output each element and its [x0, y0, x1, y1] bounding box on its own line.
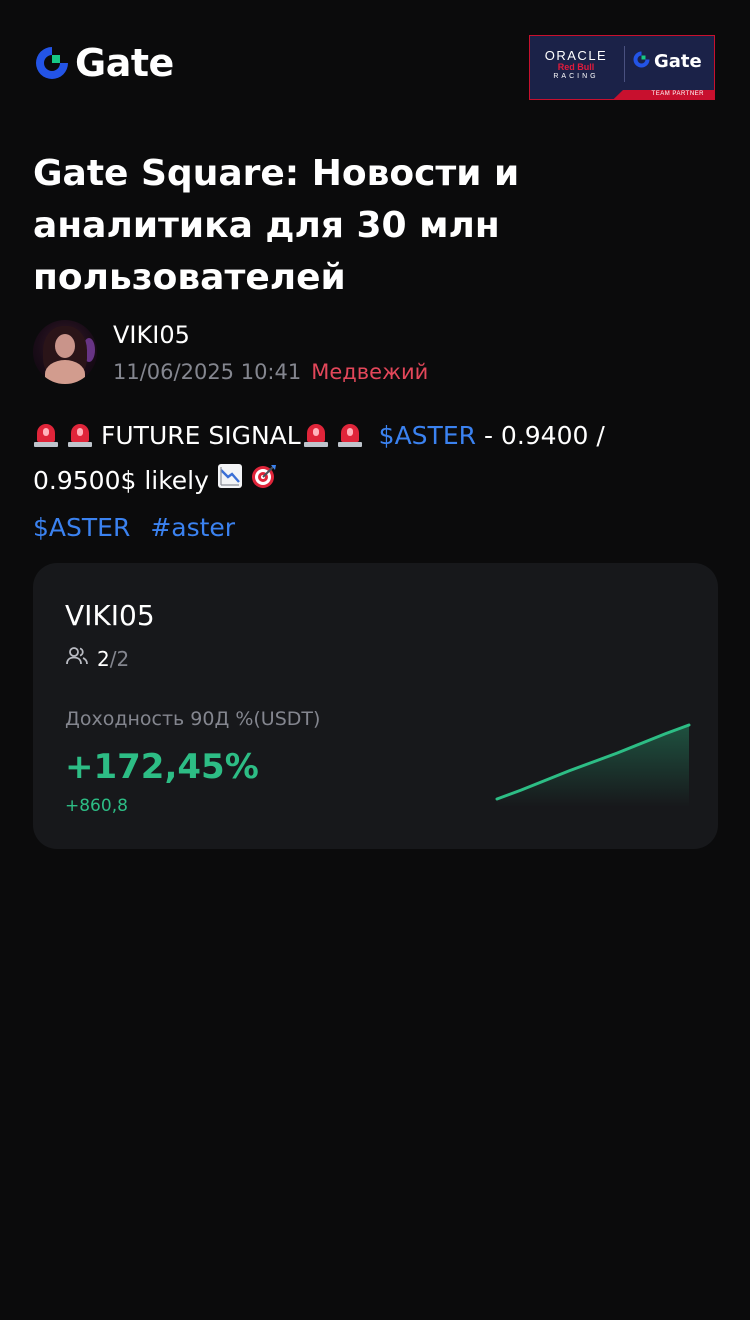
partner-left: ORACLE Red Bull RACING [530, 36, 622, 92]
racing-wordmark: RACING [553, 72, 599, 80]
users-icon [65, 645, 89, 673]
price-target: 0.9500$ likely [33, 466, 217, 495]
tag-aster-ticker[interactable]: $ASTER [33, 505, 130, 550]
gate-logo[interactable]: Gate [33, 44, 174, 82]
redbull-wordmark: Red Bull [557, 61, 595, 72]
avatar[interactable] [33, 320, 97, 384]
direct-hit-emoji-icon [251, 460, 277, 505]
post-header: VIKI05 11/06/2025 10:41 Медвежий [33, 320, 428, 386]
followers-current: 2 [97, 647, 110, 671]
post-line-2: 0.9500$ likely [33, 458, 713, 505]
trader-name: VIKI05 [65, 599, 155, 632]
return-label: Доходность 90Д %(USDT) [65, 708, 321, 730]
siren-emoji-icon [67, 420, 93, 448]
brand-name: Gate [75, 41, 174, 85]
followers-max: 2 [116, 647, 130, 671]
post-meta: VIKI05 11/06/2025 10:41 Медвежий [113, 320, 428, 386]
page-title: Gate Square: Новости и аналитика для 30 … [33, 153, 520, 298]
siren-emoji-icon [337, 420, 363, 448]
partner-divider [624, 46, 625, 82]
tag-aster-hashtag[interactable]: #aster [150, 505, 235, 550]
partner-gate-wordmark: Gate [654, 50, 702, 72]
ticker-link[interactable]: $ASTER [379, 421, 476, 450]
post-timestamp: 11/06/2025 10:41 [113, 360, 302, 384]
chart-decreasing-emoji-icon [217, 460, 243, 505]
sentiment-badge: Медвежий [311, 360, 429, 384]
meta-row: 11/06/2025 10:41 Медвежий [113, 358, 428, 386]
copy-trader-card[interactable]: VIKI05 2/2 Доходность 90Д %(USDT) +172,4… [33, 563, 718, 849]
gate-logo-icon [632, 50, 651, 73]
siren-emoji-icon [33, 420, 59, 448]
post-username[interactable]: VIKI05 [113, 320, 428, 350]
post-body: FUTURE SIGNAL $ASTER - 0.9400 / 0.9500$ … [33, 413, 713, 550]
partner-badge[interactable]: ORACLE Red Bull RACING Gate TEAM PARTNER [529, 35, 715, 100]
oracle-wordmark: ORACLE [544, 47, 608, 63]
pnl-value: +860,8 [65, 796, 128, 816]
partner-strip-label: TEAM PARTNER [651, 91, 704, 97]
partner-gate: Gate [632, 50, 702, 73]
price-range: - 0.9400 / [476, 421, 605, 450]
gate-logo-icon [33, 44, 71, 82]
tag-line: $ASTER #aster [33, 505, 713, 550]
header: Gate ORACLE Red Bull RACING Gate TEAM PA… [0, 0, 750, 120]
post-line-1: FUTURE SIGNAL $ASTER - 0.9400 / [33, 413, 713, 458]
signal-text: FUTURE SIGNAL [101, 421, 301, 450]
siren-emoji-icon [303, 420, 329, 448]
followers-count: 2/2 [65, 645, 129, 673]
return-sparkline [495, 723, 691, 807]
return-value: +172,45% [65, 747, 259, 787]
